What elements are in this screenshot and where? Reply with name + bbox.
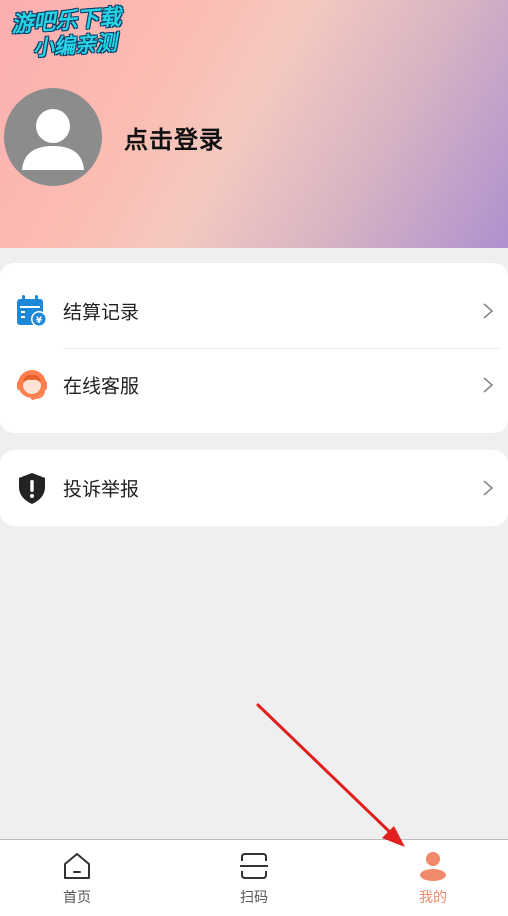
- chevron-right-icon: [483, 303, 494, 319]
- svg-text:¥: ¥: [36, 316, 43, 326]
- scan-icon: [240, 853, 268, 879]
- menu-item-label: 结算记录: [63, 301, 140, 324]
- chevron-right-icon: [483, 480, 494, 496]
- headset-agent-icon: [17, 370, 47, 400]
- shield-alert-icon: [19, 473, 45, 504]
- tab-scan[interactable]: 扫码: [194, 840, 314, 916]
- tab-label: 我的: [419, 890, 447, 906]
- default-avatar-icon: [22, 109, 84, 170]
- menu-card-primary: ¥ 结算记录 在线客服: [0, 263, 508, 433]
- chevron-right-icon: [483, 377, 494, 393]
- menu-card-secondary: 投诉举报: [0, 450, 508, 526]
- home-icon: [64, 853, 90, 879]
- menu-item-label: 在线客服: [63, 375, 140, 398]
- tab-mine[interactable]: 我的: [373, 840, 493, 916]
- profile-header: 游吧乐下载 小编亲测 点击登录: [0, 0, 508, 248]
- menu-item-label: 投诉举报: [63, 478, 140, 501]
- menu-item-settlement-records[interactable]: ¥ 结算记录: [0, 269, 508, 353]
- watermark: 游吧乐下载 小编亲测: [10, 5, 123, 62]
- login-link[interactable]: 点击登录: [124, 120, 224, 155]
- calendar-yuan-icon: ¥: [17, 295, 47, 327]
- tab-home[interactable]: 首页: [17, 840, 137, 916]
- menu-item-complaint-report[interactable]: 投诉举报: [0, 446, 508, 530]
- avatar[interactable]: [4, 88, 102, 186]
- tab-label: 首页: [63, 890, 91, 906]
- bottom-tab-bar: 首页 扫码 我的: [0, 839, 508, 916]
- tab-label: 扫码: [240, 890, 268, 906]
- menu-item-online-service[interactable]: 在线客服: [0, 343, 508, 427]
- user-icon: [420, 852, 446, 881]
